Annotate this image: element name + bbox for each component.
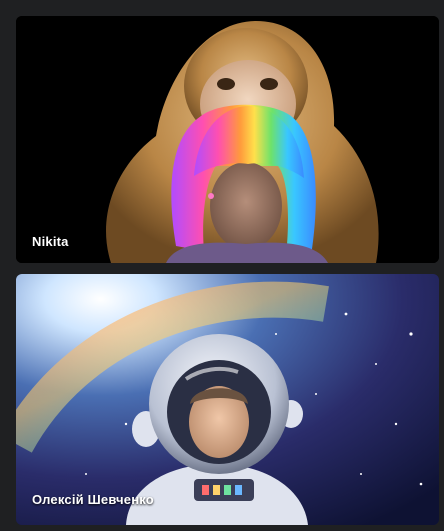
participant-tile-nikita[interactable]: Nikita: [16, 16, 439, 263]
participant-video-feed: [16, 274, 439, 525]
participant-name-label: Олексій Шевченко: [32, 492, 154, 507]
video-grid: Nikita Олексій Шевченко: [0, 0, 444, 531]
participant-video-feed: [16, 16, 439, 263]
participant-name-label: Nikita: [32, 234, 69, 249]
participant-tile-oleksii[interactable]: Олексій Шевченко: [16, 274, 439, 525]
